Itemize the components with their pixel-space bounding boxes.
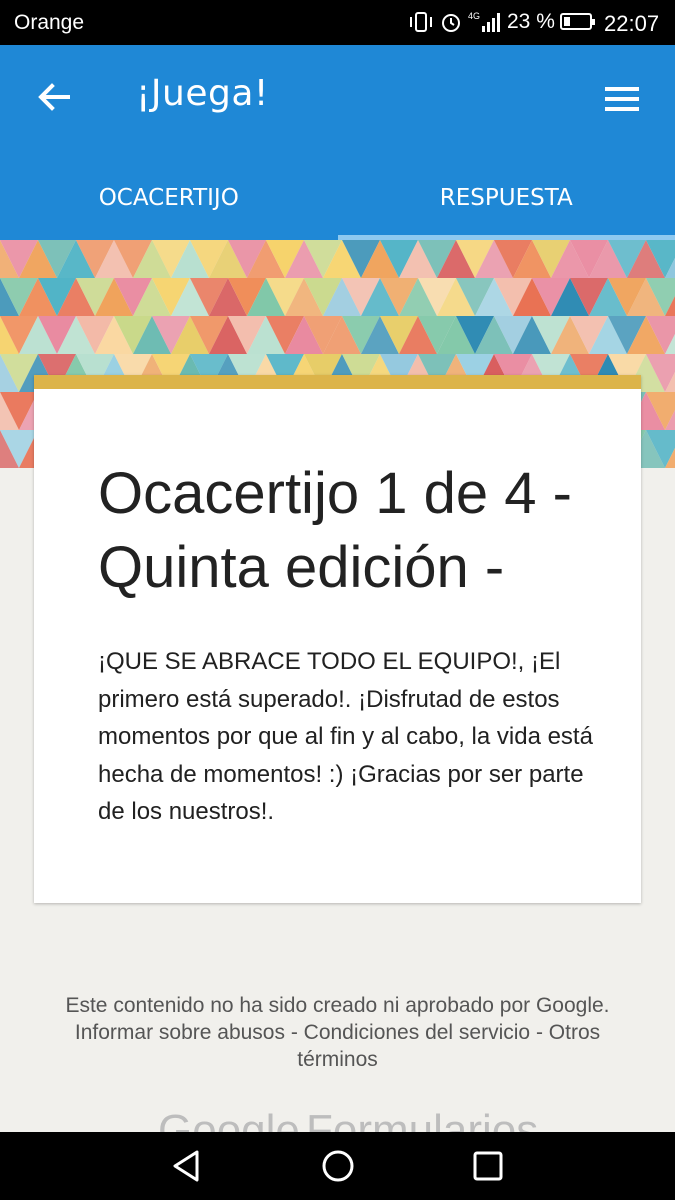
- status-icons: 4G: [408, 10, 504, 34]
- card-accent-bar: [34, 375, 641, 389]
- separator: -: [284, 1021, 304, 1044]
- arrow-left-icon: [38, 83, 70, 111]
- separator: -: [530, 1021, 549, 1044]
- battery-icon: [560, 13, 595, 30]
- home-circle-icon: [322, 1150, 354, 1182]
- card-title: Ocacertijo 1 de 4 - Quinta edición -: [98, 461, 572, 600]
- nav-recents-button[interactable]: [468, 1146, 508, 1186]
- app-bar: ¡Juega! OCACERTIJO RESPUESTA: [0, 45, 675, 240]
- report-abuse-link[interactable]: Informar sobre abusos: [75, 1021, 285, 1044]
- network-type: 4G: [468, 11, 480, 21]
- tab-ocacertijo[interactable]: OCACERTIJO: [0, 155, 338, 240]
- google-forms-logo: Google Formularios: [158, 1106, 558, 1132]
- back-triangle-icon: [173, 1150, 199, 1182]
- battery-percent: 23 %: [507, 10, 555, 33]
- alarm-icon: [442, 14, 460, 32]
- status-bar: Orange 4G 23 % 22:07: [0, 0, 675, 45]
- disclaimer-text: Este contenido no ha sido creado ni apro…: [65, 994, 610, 1017]
- app-title: ¡Juega!: [136, 73, 269, 114]
- footer-disclaimer: Este contenido no ha sido creado ni apro…: [60, 992, 615, 1073]
- brand-google: Google: [158, 1106, 300, 1132]
- nav-back-button[interactable]: [167, 1146, 207, 1186]
- vibrate-icon: [410, 12, 432, 32]
- back-button[interactable]: [32, 75, 76, 119]
- nav-home-button[interactable]: [318, 1146, 358, 1186]
- signal-icon: 4G: [468, 11, 500, 32]
- form-card: Ocacertijo 1 de 4 - Quinta edición - ¡QU…: [34, 375, 641, 903]
- brand-forms: Formularios: [306, 1106, 539, 1132]
- recents-square-icon: [473, 1151, 503, 1181]
- card-description: ¡QUE SE ABRACE TODO EL EQUIPO!, ¡El prim…: [98, 648, 593, 825]
- tab-respuesta[interactable]: RESPUESTA: [337, 155, 675, 240]
- hamburger-menu-icon: [605, 87, 639, 111]
- menu-button[interactable]: [600, 77, 644, 121]
- tab-bar: OCACERTIJO RESPUESTA: [0, 155, 675, 240]
- terms-link[interactable]: Condiciones del servicio: [304, 1021, 530, 1044]
- carrier-name: Orange: [14, 11, 85, 34]
- system-nav-bar: [0, 1132, 675, 1200]
- clock: 22:07: [604, 11, 660, 36]
